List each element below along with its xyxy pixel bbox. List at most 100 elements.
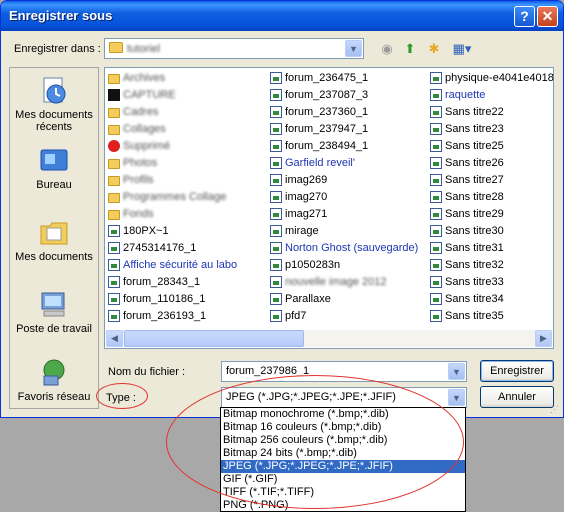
file-name: Garfield reveil' xyxy=(285,157,355,169)
desktop-icon xyxy=(40,149,68,171)
place-my-computer[interactable]: Poste de travail xyxy=(10,290,98,335)
file-item[interactable]: Sans titre35 xyxy=(429,308,554,325)
file-list[interactable]: Archives CAPTURE Cadres Collages Supprimé Pho… xyxy=(104,67,554,349)
file-item[interactable]: imag270 xyxy=(269,189,418,206)
file-item[interactable]: imag271 xyxy=(269,206,418,223)
file-item[interactable]: Cadres xyxy=(107,104,237,121)
up-folder-icon[interactable]: ⬆ xyxy=(400,39,420,59)
back-icon[interactable]: ◉ xyxy=(377,39,397,59)
file-item[interactable]: Programmes Collage xyxy=(107,189,237,206)
file-name: Archives xyxy=(123,72,166,84)
save-in-combo[interactable]: tutoriel ▼ xyxy=(104,38,364,59)
place-network[interactable]: Favoris réseau xyxy=(10,358,98,403)
file-item[interactable]: Profils xyxy=(107,172,237,189)
my-documents-icon xyxy=(40,222,68,245)
file-item[interactable]: forum_237947_1 xyxy=(269,121,418,138)
file-item[interactable]: nouvelle image 2012 xyxy=(269,274,418,291)
file-name: forum_237360_1 xyxy=(285,106,369,118)
file-name: Sans titre27 xyxy=(445,174,504,186)
file-item[interactable]: Archives xyxy=(107,70,237,87)
view-menu-icon[interactable]: ▦▾ xyxy=(449,39,475,59)
scroll-thumb[interactable] xyxy=(124,330,304,347)
file-item[interactable]: 180PX~1 xyxy=(107,223,237,240)
scroll-right-icon[interactable]: ▶ xyxy=(535,330,552,347)
close-button[interactable]: ✕ xyxy=(537,6,558,27)
file-item[interactable]: 2745314176_1 xyxy=(107,240,237,257)
file-item[interactable]: Photos xyxy=(107,155,237,172)
chevron-down-icon[interactable]: ▼ xyxy=(345,40,362,57)
new-folder-icon[interactable]: ✱ xyxy=(424,39,444,59)
window-title: Enregistrer sous xyxy=(9,8,113,23)
cancel-button[interactable]: Annuler xyxy=(480,386,554,408)
file-name: Sans titre34 xyxy=(445,293,504,305)
file-item[interactable]: Sans titre33 xyxy=(429,274,554,291)
image-file-icon xyxy=(430,225,442,237)
file-item[interactable]: Sans titre30 xyxy=(429,223,554,240)
file-name: Sans titre23 xyxy=(445,123,504,135)
filename-label: Nom du fichier : xyxy=(108,366,186,378)
file-item[interactable]: Garfield reveil' xyxy=(269,155,418,172)
file-item[interactable]: Affiche sécurité au labo xyxy=(107,257,237,274)
file-name: pfd7 xyxy=(285,310,307,322)
file-column: Archives CAPTURE Cadres Collages Supprimé Pho… xyxy=(107,70,237,325)
file-item[interactable]: Sans titre34 xyxy=(429,291,554,308)
file-name: forum_236475_1 xyxy=(285,72,369,84)
place-desktop[interactable]: Bureau xyxy=(10,146,98,191)
resize-grip-icon[interactable]: ⋰ xyxy=(550,404,560,414)
file-item[interactable]: pfd7 xyxy=(269,308,418,325)
file-item[interactable]: Fonds xyxy=(107,206,237,223)
annotation-ellipse-dropdown xyxy=(166,375,464,509)
image-file-icon xyxy=(108,310,120,322)
file-item[interactable]: raquette xyxy=(429,87,554,104)
file-item[interactable]: forum_237360_1 xyxy=(269,104,418,121)
image-file-icon xyxy=(108,276,120,288)
chevron-down-icon[interactable]: ▼ xyxy=(448,363,465,380)
chevron-down-icon[interactable]: ▼ xyxy=(448,389,465,406)
file-item[interactable]: Parallaxe xyxy=(269,291,418,308)
place-label: Mes documents xyxy=(15,251,93,263)
file-item[interactable]: Sans titre23 xyxy=(429,121,554,138)
file-item[interactable]: forum_238494_1 xyxy=(269,138,418,155)
file-item[interactable]: forum_110186_1 xyxy=(107,291,237,308)
file-name: Cadres xyxy=(123,106,159,118)
file-name: forum_110186_1 xyxy=(123,293,206,305)
save-in-label: Enregistrer dans : xyxy=(14,43,101,55)
file-item[interactable]: Sans titre26 xyxy=(429,155,554,172)
image-file-icon xyxy=(430,208,442,220)
image-file-icon xyxy=(430,123,442,135)
file-item[interactable]: forum_236475_1 xyxy=(269,70,418,87)
save-button[interactable]: Enregistrer xyxy=(480,360,554,382)
horizontal-scrollbar[interactable]: ◀ ▶ xyxy=(106,330,552,347)
file-item[interactable]: physique-e4041e4018 xyxy=(429,70,554,87)
image-file-icon xyxy=(430,276,442,288)
file-item[interactable]: p1050283n xyxy=(269,257,418,274)
file-item[interactable]: Supprimé xyxy=(107,138,237,155)
file-item[interactable]: Sans titre29 xyxy=(429,206,554,223)
file-item[interactable]: imag269 xyxy=(269,172,418,189)
file-item[interactable]: CAPTURE xyxy=(107,87,237,104)
file-item[interactable]: Collages xyxy=(107,121,237,138)
place-label: Bureau xyxy=(36,179,72,191)
file-item[interactable]: Sans titre22 xyxy=(429,104,554,121)
file-item[interactable]: forum_236193_1 xyxy=(107,308,237,325)
file-item[interactable]: Sans titre27 xyxy=(429,172,554,189)
folder-icon xyxy=(108,210,120,220)
file-name: raquette xyxy=(445,89,486,101)
file-name: forum_237087_3 xyxy=(285,89,369,101)
help-button[interactable]: ? xyxy=(514,6,535,27)
file-item[interactable]: Sans titre25 xyxy=(429,138,554,155)
file-item[interactable]: forum_28343_1 xyxy=(107,274,237,291)
file-item[interactable]: Sans titre32 xyxy=(429,257,554,274)
file-item[interactable]: forum_237087_3 xyxy=(269,87,418,104)
file-item[interactable]: mirage xyxy=(269,223,418,240)
title-bar[interactable]: Enregistrer sous ? ✕ xyxy=(1,1,563,31)
file-name: Supprimé xyxy=(123,140,171,152)
place-my-documents[interactable]: Mes documents xyxy=(10,218,98,263)
place-recent-documents[interactable]: Mes documents récents xyxy=(10,76,98,133)
file-item[interactable]: Sans titre31 xyxy=(429,240,554,257)
file-item[interactable]: Sans titre28 xyxy=(429,189,554,206)
scroll-left-icon[interactable]: ◀ xyxy=(106,330,123,347)
network-places-icon xyxy=(43,359,65,386)
place-label: Poste de travail xyxy=(16,323,92,335)
file-item[interactable]: Norton Ghost (sauvegarde) xyxy=(269,240,418,257)
